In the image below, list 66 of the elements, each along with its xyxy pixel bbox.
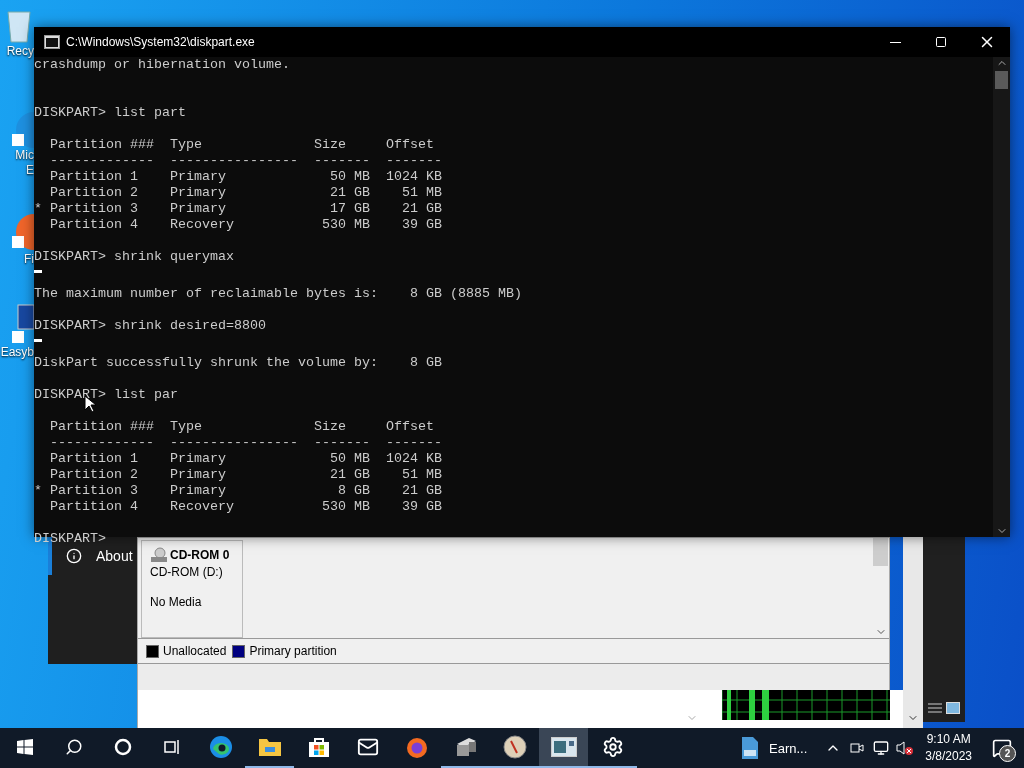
desktop-icon-label: Fi — [24, 252, 34, 267]
desktop-icon-label: Mic — [15, 148, 34, 163]
window-icon — [550, 737, 577, 757]
shopping-bag-icon — [307, 736, 330, 758]
console-icon — [44, 35, 60, 49]
windows-logo-icon — [16, 739, 33, 755]
console-line: DISKPART> shrink querymax — [34, 249, 234, 264]
console-line: Partition 4 Recovery 530 MB 39 GB — [49, 499, 442, 514]
edge-icon — [208, 735, 233, 759]
console-line: Partition 1 Primary 50 MB 1024 KB — [49, 451, 442, 466]
firefox-icon — [12, 212, 34, 252]
monitor-icon — [12, 303, 34, 345]
console-line: Partition 1 Primary 50 MB 1024 KB — [49, 169, 442, 184]
notifications-button[interactable]: 2 — [980, 728, 1024, 768]
legend-label: Unallocated — [163, 644, 227, 658]
console-line: crashdump or hibernation volume. — [34, 57, 290, 72]
console-line: * Partition 3 Primary 8 GB 21 GB — [34, 483, 442, 498]
text-cursor — [34, 270, 42, 273]
dial-icon — [502, 735, 527, 759]
list-view-icon — [928, 702, 942, 714]
settings-icon — [601, 736, 624, 758]
scrollbar-thumb[interactable] — [995, 71, 1008, 89]
console-line: DISKPART> shrink desired=8800 — [34, 318, 266, 333]
network-icon — [873, 740, 890, 756]
console-line: ------------- ---------------- ------- ------- — [49, 435, 442, 450]
media-status: No Media — [150, 595, 203, 609]
console-line: DISKPART> list part — [34, 105, 186, 120]
recycle-bin-icon — [4, 8, 34, 44]
desktop-icon-label: Recy — [6, 44, 34, 59]
text-cursor — [34, 339, 42, 342]
mail-icon — [356, 736, 379, 758]
muted-speaker-icon — [896, 740, 915, 756]
console-line: Partition ### Type Size Offset — [49, 137, 434, 152]
desktop-icon-label: E — [26, 163, 34, 178]
drive-label: CD-ROM (D:) — [150, 565, 224, 579]
console-line: Partition 2 Primary 21 GB 51 MB — [49, 467, 442, 482]
console-line: The maximum number of reclaimable bytes is: 8 GB (8885 MB) — [34, 286, 522, 301]
taskbar-button[interactable] — [539, 728, 588, 768]
console-line: ------------- ---------------- ------- ------- — [49, 153, 442, 168]
desktop-icon-label: Easyb — [0, 345, 34, 360]
console-line: Partition ### Type Size Offset — [49, 419, 434, 434]
info-icon — [66, 548, 82, 564]
circle-icon — [113, 738, 132, 756]
console-line: DISKPART> list par — [34, 387, 178, 402]
clock[interactable]: 9:10 AM 3/8/2023 — [917, 728, 980, 768]
task-view-icon — [162, 738, 181, 756]
image-view-icon — [946, 702, 960, 714]
taskbar-widget[interactable]: Earn... — [731, 728, 818, 768]
disk-name: CD-ROM 0 — [150, 547, 234, 563]
console-line: DiskPart successfully shrunk the volume by: 8 GB — [34, 355, 442, 370]
cd-drive-icon — [150, 547, 168, 563]
console-line: Partition 2 Primary 21 GB 51 MB — [49, 185, 442, 200]
document-icon — [741, 736, 759, 760]
scrollbar-thumb[interactable] — [873, 538, 888, 566]
maximize-icon — [935, 36, 947, 48]
minimize-icon — [889, 41, 901, 43]
search-icon — [64, 738, 83, 756]
console-line: * Partition 3 Primary 17 GB 21 GB — [34, 201, 442, 216]
folder-icon — [257, 737, 282, 757]
console-line: Partition 4 Recovery 530 MB 39 GB — [49, 217, 442, 232]
window-title: C:\Windows\System32\diskpart.exe — [66, 35, 256, 49]
camera-icon — [849, 740, 866, 756]
legend-label: Primary partition — [249, 644, 337, 658]
firefox-icon — [404, 735, 429, 759]
notification-badge: 2 — [999, 745, 1016, 762]
notification-icon — [992, 738, 1012, 758]
